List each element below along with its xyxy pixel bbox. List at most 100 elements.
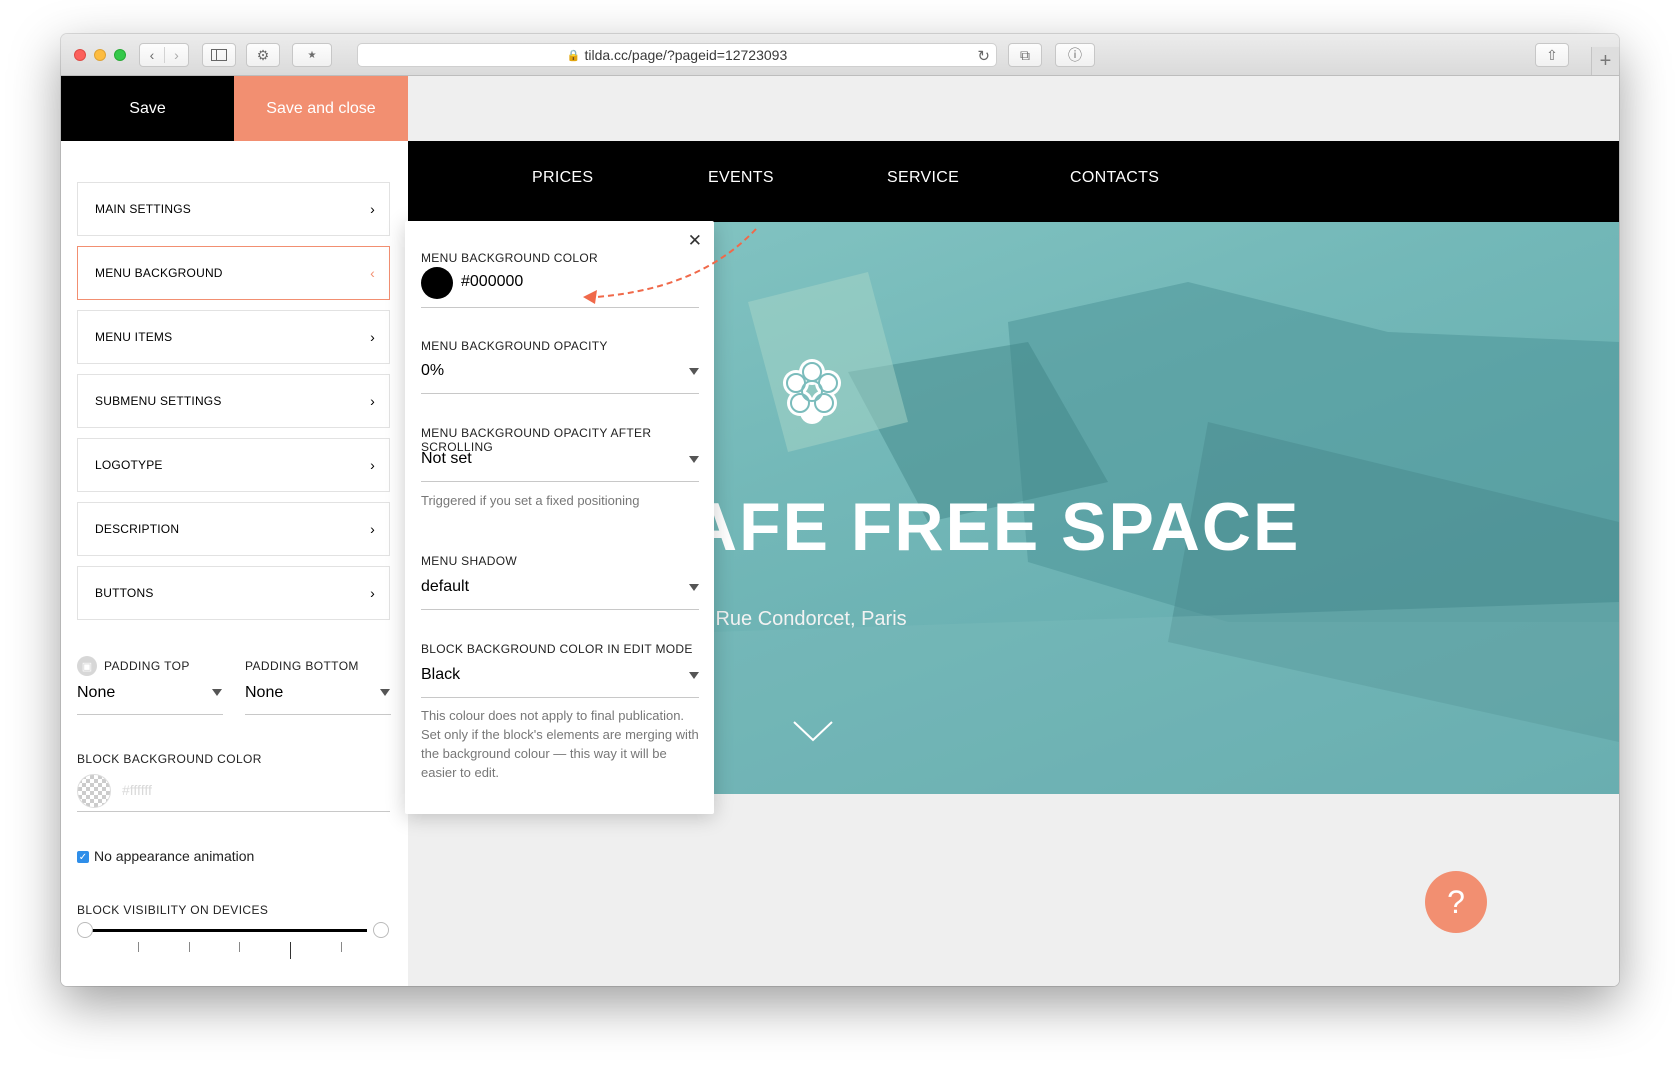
padding-top-label: PADDING TOP [104,659,190,673]
opacity-scroll-hint: Triggered if you set a fixed positioning [421,493,640,508]
reload-icon[interactable]: ↻ [977,47,990,65]
menu-background-popup: ✕ MENU BACKGROUND COLOR #000000 MENU BAC… [405,221,714,814]
slider-tick [189,942,190,952]
preview-menu-bar: PRICES EVENTS SERVICE CONTACTS [408,141,1619,222]
color-swatch[interactable] [421,267,453,299]
share-icon: ⇧ [1546,46,1558,63]
chevron-right-icon[interactable]: › [164,47,188,63]
sidebar-item-logotype[interactable]: LOGOTYPE › [77,438,390,492]
device-monitor-icon[interactable]: ▣ [77,656,97,676]
bookmark-button[interactable]: ★ [292,43,332,67]
padding-top-underline [77,714,223,715]
menu-bg-opacity-label: MENU BACKGROUND OPACITY [421,339,608,353]
menu-bg-opacity-select[interactable]: 0% [421,362,444,380]
edit-mode-bg-label: BLOCK BACKGROUND COLOR IN EDIT MODE [421,642,693,656]
slider-tick [341,942,342,952]
chevron-right-icon: › [370,521,375,537]
sidebar-item-label: MENU ITEMS [95,330,173,344]
sidebar-item-label: LOGOTYPE [95,458,163,472]
tabs-overview-button[interactable]: ⧉ [1008,43,1042,67]
url-text: tilda.cc/page/?pageid=12723093 [584,47,788,63]
padding-bottom-select[interactable]: None [245,684,283,702]
save-and-close-button[interactable]: Save and close [234,76,408,141]
share-button[interactable]: ⇧ [1535,43,1569,67]
sidebar-item-menu-items[interactable]: MENU ITEMS › [77,310,390,364]
block-visibility-label: BLOCK VISIBILITY ON DEVICES [77,903,269,917]
chevron-left-icon: ‹ [370,265,375,281]
visibility-slider-track[interactable] [83,929,367,932]
no-animation-checkbox[interactable]: ✓ [77,851,89,863]
help-button[interactable]: ? [1425,871,1487,933]
menu-bg-opacity-scroll-select[interactable]: Not set [421,450,472,468]
dropdown-arrow-icon[interactable] [689,584,699,591]
nav-item-contacts[interactable]: CONTACTS [1070,169,1159,187]
padding-bottom-underline [245,714,391,715]
back-forward-buttons[interactable]: ‹ › [139,43,189,67]
sidebar-toggle-button[interactable] [202,43,236,67]
sidebar-item-label: MAIN SETTINGS [95,202,191,216]
chevron-down-icon[interactable] [792,720,834,747]
chevron-left-icon[interactable]: ‹ [140,47,164,63]
sidebar-icon [211,49,227,61]
shadow-underline [421,609,699,610]
opacity-underline [421,393,699,394]
nav-item-prices[interactable]: PRICES [532,169,593,187]
slider-tick [290,942,291,959]
menu-bg-color-input[interactable]: #000000 [461,273,523,291]
menu-shadow-select[interactable]: default [421,578,469,596]
bookmark-star-icon: ★ [307,49,317,61]
edit-mode-bg-select[interactable]: Black [421,666,460,684]
no-animation-label[interactable]: No appearance animation [94,848,254,864]
close-window-button[interactable] [74,49,86,61]
sidebar-item-menu-background[interactable]: MENU BACKGROUND ‹ [77,246,390,300]
dropdown-arrow-icon[interactable] [689,368,699,375]
close-icon[interactable]: ✕ [688,231,702,251]
visibility-slider-max-handle[interactable] [373,922,389,938]
chevron-right-icon: › [370,585,375,601]
zoom-window-button[interactable] [114,49,126,61]
logo-flower-icon [776,356,848,431]
menu-bg-color-label: MENU BACKGROUND COLOR [421,251,598,265]
gear-icon: ⚙ [256,46,270,63]
sidebar-item-buttons[interactable]: BUTTONS › [77,566,390,620]
dropdown-arrow-icon[interactable] [212,689,222,696]
editor-top-area [408,76,1619,141]
address-bar[interactable]: 🔒 tilda.cc/page/?pageid=12723093 ↻ [357,43,997,67]
block-background-color-input[interactable]: #ffffff [122,782,152,798]
page-content: Save Save and close MAIN SETTINGS › MENU… [61,76,1619,986]
block-background-color-label: BLOCK BACKGROUND COLOR [77,752,262,766]
hero-subtitle: A, Rue Condorcet, Paris [691,608,907,630]
plus-icon: + [1599,49,1612,72]
nav-item-service[interactable]: SERVICE [887,169,959,187]
hero-title: AFE FREE SPACE [688,489,1301,565]
sidebar-item-label: DESCRIPTION [95,522,180,536]
info-button[interactable]: ⓘ [1055,43,1095,67]
chevron-right-icon: › [370,393,375,409]
sidebar-item-submenu-settings[interactable]: SUBMENU SETTINGS › [77,374,390,428]
padding-top-select[interactable]: None [77,684,115,702]
edit-mode-underline [421,697,699,698]
menu-shadow-label: MENU SHADOW [421,554,517,568]
sidebar-item-main-settings[interactable]: MAIN SETTINGS › [77,182,390,236]
dropdown-arrow-icon[interactable] [689,456,699,463]
browser-window: ‹ › ⚙ ★ 🔒 tilda.cc/page/?pageid=12723093… [61,34,1619,986]
color-underline [421,307,699,308]
visibility-slider-min-handle[interactable] [77,922,93,938]
slider-tick [138,942,139,952]
opacity-scroll-underline [421,481,699,482]
transparent-swatch[interactable] [77,774,111,808]
chevron-right-icon: › [370,457,375,473]
dropdown-arrow-icon[interactable] [380,689,390,696]
settings-button[interactable]: ⚙ [246,43,280,67]
new-tab-button[interactable]: + [1591,47,1619,75]
dropdown-arrow-icon[interactable] [689,672,699,679]
save-button[interactable]: Save [61,76,234,141]
nav-item-events[interactable]: EVENTS [708,169,774,187]
block-background-underline [77,811,390,812]
minimize-window-button[interactable] [94,49,106,61]
sidebar-item-description[interactable]: DESCRIPTION › [77,502,390,556]
tabs-icon: ⧉ [1020,46,1030,63]
sidebar-item-label: SUBMENU SETTINGS [95,394,222,408]
padding-bottom-label: PADDING BOTTOM [245,659,359,673]
chevron-right-icon: › [370,329,375,345]
